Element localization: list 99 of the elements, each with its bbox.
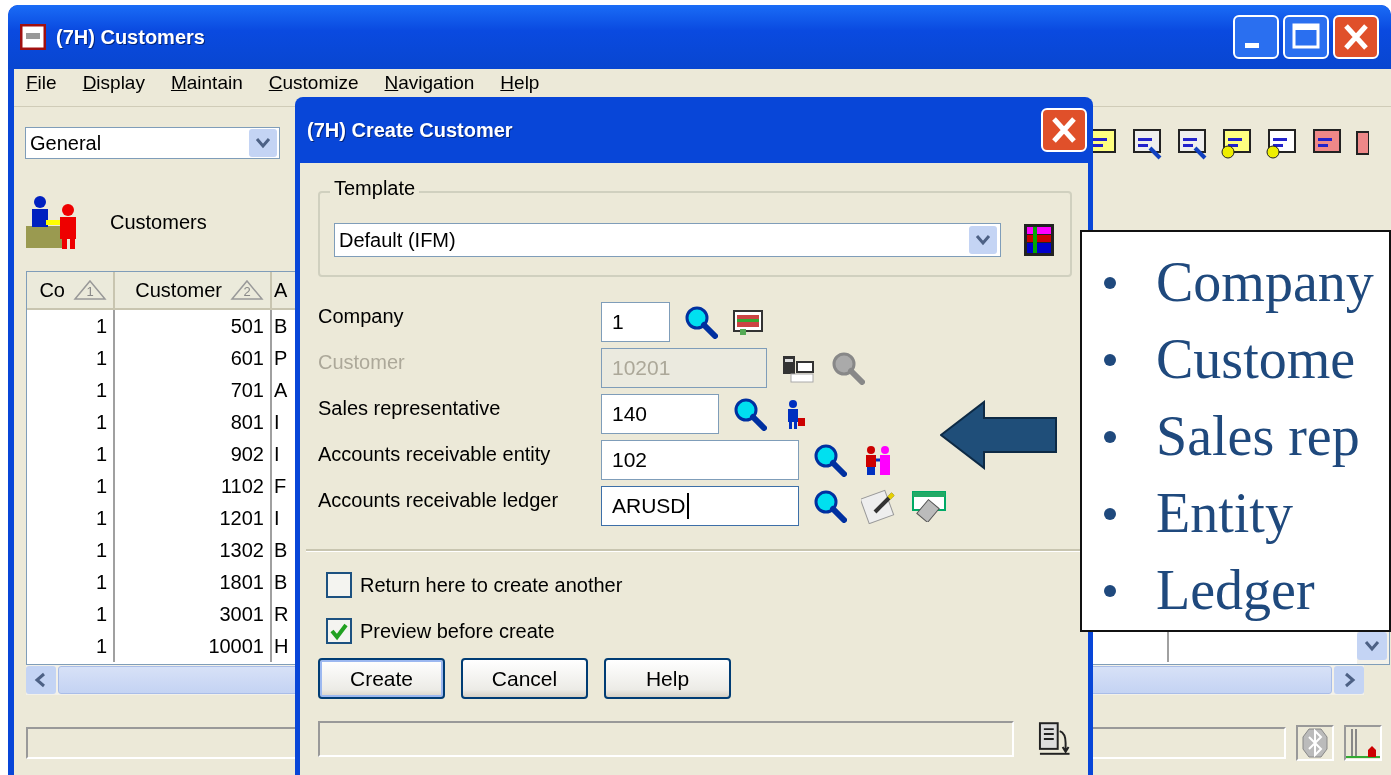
document-cursor-icon[interactable] [1175,126,1209,160]
minimize-button[interactable] [1233,15,1279,59]
menu-item[interactable]: Maintain [170,72,243,94]
checkbox[interactable] [326,618,352,644]
table-cell: 1 [27,310,115,342]
callout-item: Company [1156,250,1374,315]
search-icon[interactable] [733,397,767,431]
bullet-icon [1104,584,1116,597]
field-label: Customer [318,350,406,375]
page-heading: Customers [110,210,207,234]
table-cell: 1302 [115,534,272,566]
table-cell: 701 [115,374,272,406]
menu-item[interactable]: Customize [268,72,359,94]
search-icon[interactable] [684,305,718,339]
column-header[interactable]: Co 1 [27,272,115,310]
field-label: Sales representative [318,396,502,421]
menu-item[interactable]: Navigation [384,72,475,94]
document-arrow-icon[interactable] [1036,721,1072,757]
column-label: Co [39,278,65,302]
dialog-button[interactable]: Create [318,658,445,699]
menu-item[interactable]: File [26,72,57,94]
table-cell-text: P [273,345,289,371]
table-cell: 801 [115,406,272,438]
input-field[interactable]: 102 [601,440,799,480]
maximize-button[interactable] [1283,15,1329,59]
table-cell-text: I [273,505,281,531]
sort-rank: 1 [86,283,94,301]
callout-item: Sales rep [1156,404,1360,469]
field-label: Accounts receivable entity [318,442,552,467]
app-logo-icon [20,24,46,50]
table-cell: 1 [27,438,115,470]
input-field[interactable]: 1 [601,302,670,342]
table-cell: 1 [27,342,115,374]
table-cell: 1 [27,406,115,438]
table-cell: 1 [27,534,115,566]
table-cell: 1801 [115,566,272,598]
table-cell: 1 [27,502,115,534]
table-cell: 902 [115,438,272,470]
close-button[interactable] [1041,108,1087,152]
table-cell-text: B [273,537,289,563]
table-cell-text: I [273,409,281,435]
dialog-button[interactable]: Help [604,658,731,699]
column-header[interactable]: Customer 2 [115,272,272,310]
table-cell: 1102 [115,470,272,502]
table-cell-text: B [273,569,289,595]
table-cell: 501 [115,310,272,342]
callout-item: Entity [1156,481,1293,546]
sort-triangle-icon [73,279,107,301]
scroll-right-button[interactable] [1334,666,1364,694]
search-icon[interactable] [813,489,847,523]
sort-rank: 2 [243,283,251,301]
table-cell: 601 [115,342,272,374]
column-header[interactable]: A [272,272,296,310]
scroll-down-button[interactable] [1357,632,1387,660]
close-button[interactable] [1333,15,1379,59]
view-dropdown[interactable]: General [25,127,280,159]
table-cell-text: B [273,313,289,339]
color-chart-icon[interactable] [1023,223,1055,257]
input-field[interactable]: ARUSD [601,486,799,526]
bullet-icon [1104,430,1116,443]
callout-item: Custome [1156,327,1356,392]
table-cell-text: A [273,377,289,403]
document-cursor-icon[interactable] [1130,126,1164,160]
field-label: Accounts receivable ledger [318,488,560,513]
table-cell-text: H [273,633,290,659]
group-label: Template [330,177,420,200]
column-label: A [274,278,288,302]
column-label: Customer [135,278,222,302]
menu-item[interactable]: Help [500,72,540,94]
table-cell-text: I [273,441,281,467]
callout-item: Ledger [1156,558,1315,623]
scroll-left-button[interactable] [26,666,56,694]
table-cell: 1201 [115,502,272,534]
dialog-button[interactable]: Cancel [461,658,588,699]
table-cell: 1 [27,630,115,662]
window-title: (7H) Customers [56,25,205,49]
table-cell: 1 [27,598,115,630]
checkbox-label: Preview before create [360,619,555,643]
field-label: Company [318,304,405,329]
bluetooth-icon[interactable] [1302,727,1328,759]
input-field[interactable]: 140 [601,394,719,434]
checkbox[interactable] [326,572,352,598]
bullet-icon [1104,507,1116,520]
window-card-icon[interactable] [911,490,947,522]
table-cell: 1 [27,566,115,598]
checkbox-label: Return here to create another [360,573,623,597]
dialog-title: (7H) Create Customer [307,118,513,142]
table-cell: 1 [27,374,115,406]
search-icon[interactable] [813,443,847,477]
table-cell: 10001 [115,630,272,662]
template-dropdown[interactable]: Default (IFM) [334,223,1001,257]
menu-item[interactable]: Display [82,72,145,94]
bullet-icon [1104,353,1116,366]
bullet-icon [1104,276,1116,289]
sort-triangle-icon [230,279,264,301]
table-cell: 1 [27,470,115,502]
table-cell-text: R [273,601,290,627]
table-cell-text: F [273,473,288,499]
table-cell: 3001 [115,598,272,630]
